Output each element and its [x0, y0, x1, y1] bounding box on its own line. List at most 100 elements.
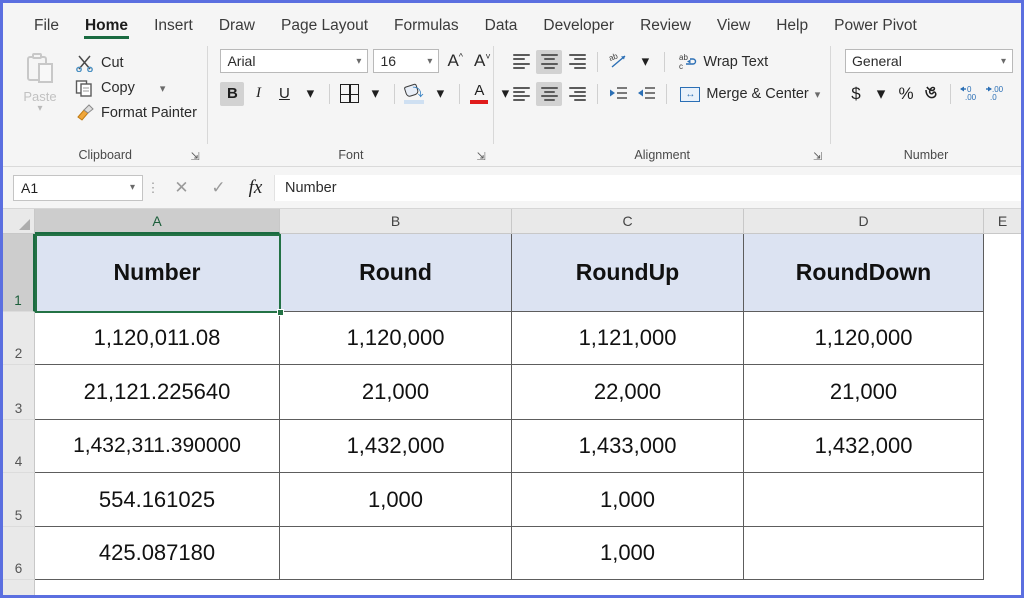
copy-chevron-down-icon[interactable]: ▾ — [160, 85, 166, 93]
fill-handle[interactable] — [277, 309, 284, 316]
cell-a6[interactable]: 425.087180 — [35, 527, 280, 580]
number-format-select[interactable]: General ▾ — [845, 49, 1013, 73]
cell-b2[interactable]: 1,120,000 — [280, 312, 512, 365]
cell-b6[interactable] — [280, 527, 512, 580]
tab-data[interactable]: Data — [472, 18, 531, 41]
paste-button[interactable]: Paste ▾ — [11, 49, 69, 122]
wrap-text-button[interactable]: ab c Wrap Text — [678, 52, 768, 71]
row-header-2[interactable]: 2 — [3, 312, 35, 365]
number-format-chevron-down-icon[interactable]: ▾ — [1001, 58, 1006, 66]
cell-c5[interactable]: 1,000 — [512, 473, 744, 527]
row-header-5[interactable]: 5 — [3, 473, 35, 527]
formula-input[interactable]: Number — [274, 175, 1021, 201]
align-top-button[interactable] — [508, 50, 534, 74]
chevron-down-icon[interactable]: ▾ — [37, 105, 42, 113]
underline-chevron-down-icon[interactable]: ▾ — [298, 82, 322, 106]
column-header-c[interactable]: C — [512, 209, 744, 234]
row-header-4[interactable]: 4 — [3, 420, 35, 473]
cell-b1[interactable]: Round — [280, 234, 512, 312]
tab-insert[interactable]: Insert — [141, 18, 206, 41]
align-center-button[interactable] — [536, 82, 562, 106]
tab-file[interactable]: File — [21, 18, 72, 41]
font-dialog-launcher[interactable]: ⇲ — [476, 152, 487, 163]
decrease-indent-button[interactable] — [605, 82, 631, 106]
font-size-chevron-down-icon[interactable]: ▾ — [427, 58, 432, 66]
orientation-chevron-down-icon[interactable]: ▾ — [633, 50, 657, 74]
cell-e6[interactable] — [984, 527, 1021, 580]
row-header-6[interactable]: 6 — [3, 527, 35, 580]
currency-chevron-down-icon[interactable]: ▾ — [870, 82, 892, 106]
cell-d3[interactable]: 21,000 — [744, 365, 984, 420]
cell-a4[interactable]: 1,432,311.390000 — [35, 420, 280, 473]
font-name-input[interactable]: Arial ▾ — [220, 49, 368, 73]
decrease-decimal-button[interactable]: .00 .0 — [984, 82, 1006, 106]
cell-e1[interactable] — [984, 234, 1021, 312]
borders-button[interactable] — [337, 82, 361, 106]
tab-help[interactable]: Help — [763, 18, 821, 41]
copy-button[interactable]: Copy ▾ — [75, 79, 197, 97]
increase-decimal-button[interactable]: 0 .00 — [959, 82, 981, 106]
cell-d6[interactable] — [744, 527, 984, 580]
cell-a1[interactable]: Number — [35, 234, 280, 312]
column-header-e[interactable]: E — [984, 209, 1021, 234]
column-header-b[interactable]: B — [280, 209, 512, 234]
cut-button[interactable]: Cut — [75, 54, 197, 72]
tab-review[interactable]: Review — [627, 18, 704, 41]
cell-b4[interactable]: 1,432,000 — [280, 420, 512, 473]
cell-d4[interactable]: 1,432,000 — [744, 420, 984, 473]
tab-page-layout[interactable]: Page Layout — [268, 18, 381, 41]
cell-b5[interactable]: 1,000 — [280, 473, 512, 527]
align-middle-button[interactable] — [536, 50, 562, 74]
align-left-button[interactable] — [508, 82, 534, 106]
tab-power-pivot[interactable]: Power Pivot — [821, 18, 930, 41]
increase-font-size-button[interactable]: A^ — [444, 51, 466, 71]
cell-d2[interactable]: 1,120,000 — [744, 312, 984, 365]
borders-chevron-down-icon[interactable]: ▾ — [363, 82, 387, 106]
cell-b3[interactable]: 21,000 — [280, 365, 512, 420]
align-bottom-button[interactable] — [564, 50, 590, 74]
format-painter-button[interactable]: Format Painter — [75, 104, 197, 122]
cell-a3[interactable]: 21,121.225640 — [35, 365, 280, 420]
cancel-entry-button[interactable]: ✕ — [163, 175, 200, 201]
merge-center-button[interactable]: ↔ Merge & Center ▾ — [680, 86, 820, 102]
cell-c3[interactable]: 22,000 — [512, 365, 744, 420]
font-name-chevron-down-icon[interactable]: ▾ — [356, 58, 361, 66]
cell-c1[interactable]: RoundUp — [512, 234, 744, 312]
name-box-chevron-down-icon[interactable]: ▾ — [130, 184, 135, 192]
confirm-entry-button[interactable]: ✓ — [200, 175, 237, 201]
underline-button[interactable]: U — [272, 82, 296, 106]
tab-formulas[interactable]: Formulas — [381, 18, 472, 41]
cell-d5[interactable] — [744, 473, 984, 527]
insert-function-button[interactable]: fx — [237, 175, 274, 201]
increase-indent-button[interactable] — [633, 82, 659, 106]
tab-view[interactable]: View — [704, 18, 763, 41]
merge-chevron-down-icon[interactable]: ▾ — [815, 91, 821, 99]
formula-bar-more-icon[interactable]: ⋮ — [143, 180, 163, 196]
cell-e3[interactable] — [984, 365, 1021, 420]
fill-color-chevron-down-icon[interactable]: ▾ — [428, 82, 452, 106]
orientation-button[interactable]: ab — [605, 50, 631, 74]
cell-c2[interactable]: 1,121,000 — [512, 312, 744, 365]
tab-home[interactable]: Home — [72, 18, 141, 41]
decrease-font-size-button[interactable]: A˅ — [471, 51, 494, 71]
bold-button[interactable]: B — [220, 82, 244, 106]
fill-color-button[interactable]: ⤵ — [402, 82, 426, 106]
alignment-dialog-launcher[interactable]: ⇲ — [813, 152, 824, 163]
percent-button[interactable]: % — [895, 82, 917, 106]
clipboard-dialog-launcher[interactable]: ⇲ — [190, 152, 201, 163]
align-right-button[interactable] — [564, 82, 590, 106]
font-color-button[interactable]: A — [467, 82, 491, 106]
comma-style-button[interactable]: ঙ — [920, 82, 942, 106]
column-header-a[interactable]: A — [35, 209, 280, 234]
currency-button[interactable]: $ — [845, 82, 867, 106]
row-header-1[interactable]: 1 — [3, 234, 35, 312]
cell-a5[interactable]: 554.161025 — [35, 473, 280, 527]
select-all-corner[interactable] — [3, 209, 35, 234]
row-header-3[interactable]: 3 — [3, 365, 35, 420]
cell-c6[interactable]: 1,000 — [512, 527, 744, 580]
column-header-d[interactable]: D — [744, 209, 984, 234]
cell-e5[interactable] — [984, 473, 1021, 527]
cell-a2[interactable]: 1,120,011.08 — [35, 312, 280, 365]
tab-draw[interactable]: Draw — [206, 18, 268, 41]
italic-button[interactable]: I — [246, 82, 270, 106]
